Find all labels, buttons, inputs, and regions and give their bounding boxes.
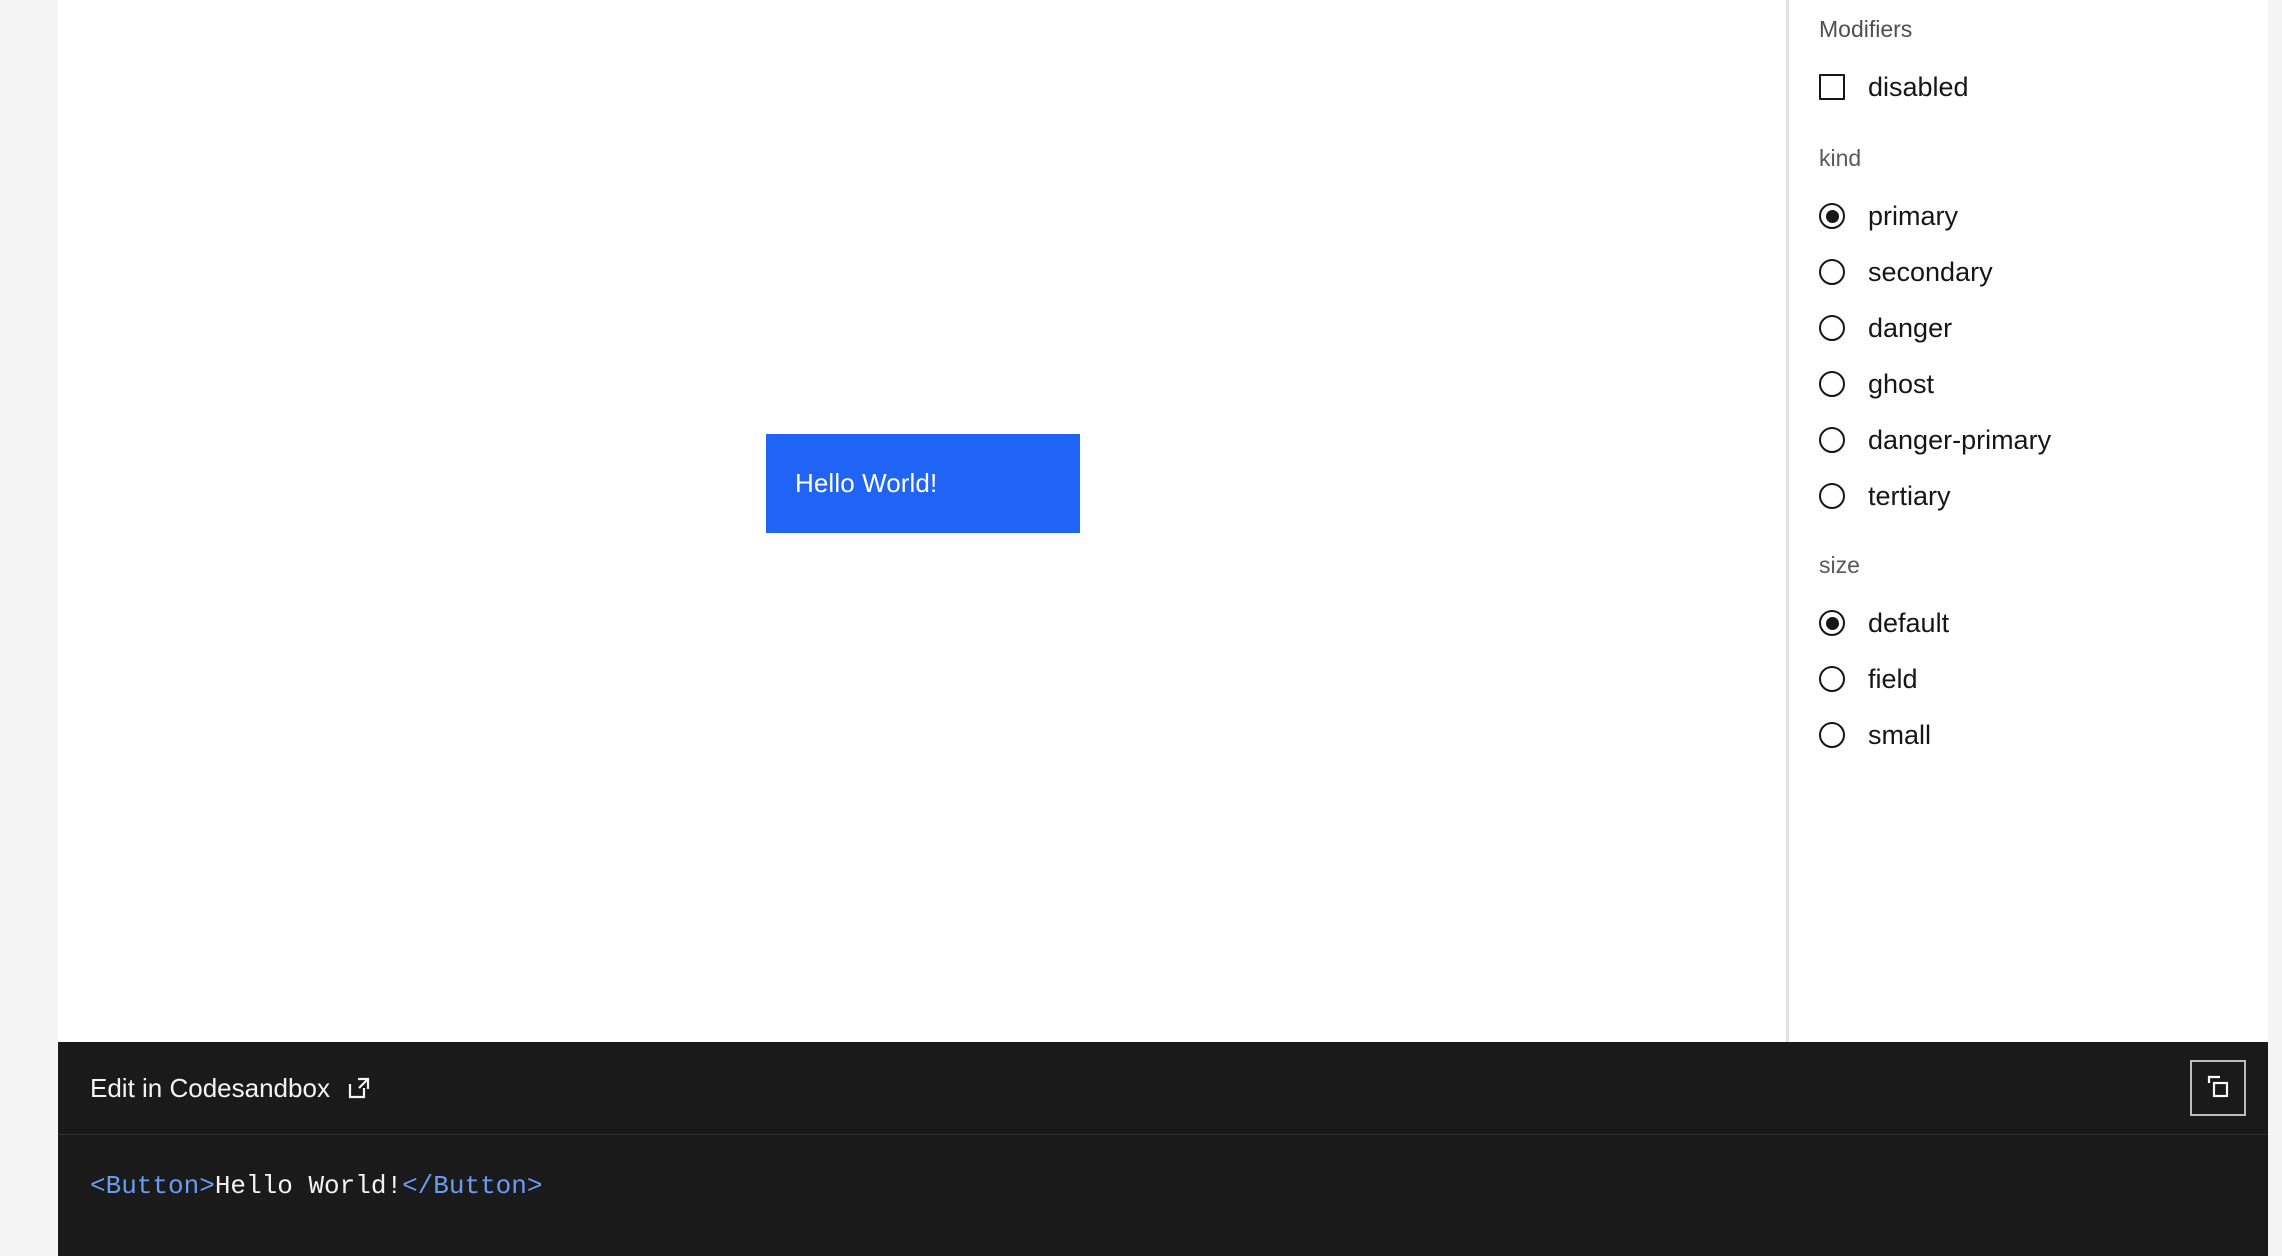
edit-in-codesandbox-label: Edit in Codesandbox — [90, 1072, 330, 1103]
checkbox-label-disabled: disabled — [1868, 71, 1969, 102]
storybook-preview-root: Hello World! Modifiers disabled kind pri… — [0, 0, 2282, 1256]
radio-row-field[interactable]: field — [1819, 651, 2268, 707]
right-gutter — [2268, 0, 2282, 1042]
radio-icon-tertiary[interactable] — [1819, 483, 1845, 509]
radio-icon-danger-primary[interactable] — [1819, 427, 1845, 453]
story-source-header: Edit in Codesandbox — [58, 1042, 2268, 1135]
radio-label-field: field — [1868, 663, 1918, 694]
story-source-panel: Edit in Codesandbox <Button>Hello World!… — [58, 1042, 2268, 1256]
copy-icon — [2203, 1072, 2233, 1105]
group-heading-modifiers: Modifiers — [1819, 16, 1913, 42]
radio-label-tertiary: tertiary — [1868, 480, 1951, 511]
code-line[interactable]: <Button>Hello World!</Button> — [90, 1171, 2268, 1202]
radio-icon-danger[interactable] — [1819, 315, 1845, 341]
group-heading-kind: kind — [1819, 145, 1862, 171]
edit-in-codesandbox-link[interactable]: Edit in Codesandbox — [90, 1073, 372, 1104]
radio-label-default: default — [1868, 607, 1950, 638]
group-heading-size: size — [1819, 552, 1860, 578]
radio-label-secondary: secondary — [1868, 256, 1993, 287]
code-token-open-tag: <Button> — [90, 1171, 215, 1201]
component-canvas: Hello World! — [58, 0, 1786, 1042]
radio-row-primary[interactable]: primary — [1819, 188, 2268, 244]
controls-panel: Modifiers disabled kind primary secondar… — [1789, 0, 2268, 1042]
radio-row-ghost[interactable]: ghost — [1819, 356, 2268, 412]
radio-row-tertiary[interactable]: tertiary — [1819, 468, 2268, 524]
code-snippet-area: <Button>Hello World!</Button> — [58, 1135, 2268, 1202]
radio-icon-default[interactable] — [1819, 610, 1845, 636]
preview-region: Hello World! Modifiers disabled kind pri… — [0, 0, 2282, 1042]
control-group-size: size default field small — [1819, 554, 2268, 763]
radio-row-secondary[interactable]: secondary — [1819, 244, 2268, 300]
radio-label-small: small — [1868, 719, 1932, 750]
radio-row-default[interactable]: default — [1819, 595, 2268, 651]
control-group-kind: kind primary secondary danger ghost dang… — [1819, 147, 2268, 524]
checkbox-icon-disabled[interactable] — [1819, 74, 1845, 100]
code-token-text: Hello World! — [214, 1171, 403, 1201]
control-group-modifiers: Modifiers disabled — [1819, 18, 2268, 115]
radio-label-danger: danger — [1868, 312, 1953, 343]
radio-label-danger-primary: danger-primary — [1868, 424, 2052, 455]
radio-icon-small[interactable] — [1819, 722, 1845, 748]
radio-icon-ghost[interactable] — [1819, 371, 1845, 397]
checkbox-row-disabled[interactable]: disabled — [1819, 59, 2268, 115]
radio-row-danger-primary[interactable]: danger-primary — [1819, 412, 2268, 468]
hello-world-button[interactable]: Hello World! — [766, 434, 1080, 533]
left-gutter — [0, 0, 58, 1042]
radio-row-small[interactable]: small — [1819, 707, 2268, 763]
radio-icon-primary[interactable] — [1819, 203, 1845, 229]
radio-label-ghost: ghost — [1868, 368, 1935, 399]
external-link-icon — [346, 1075, 372, 1101]
radio-icon-secondary[interactable] — [1819, 259, 1845, 285]
code-token-close-tag: </Button> — [402, 1171, 543, 1201]
radio-label-primary: primary — [1868, 200, 1959, 231]
radio-icon-field[interactable] — [1819, 666, 1845, 692]
copy-code-button[interactable] — [2190, 1060, 2246, 1116]
radio-row-danger[interactable]: danger — [1819, 300, 2268, 356]
